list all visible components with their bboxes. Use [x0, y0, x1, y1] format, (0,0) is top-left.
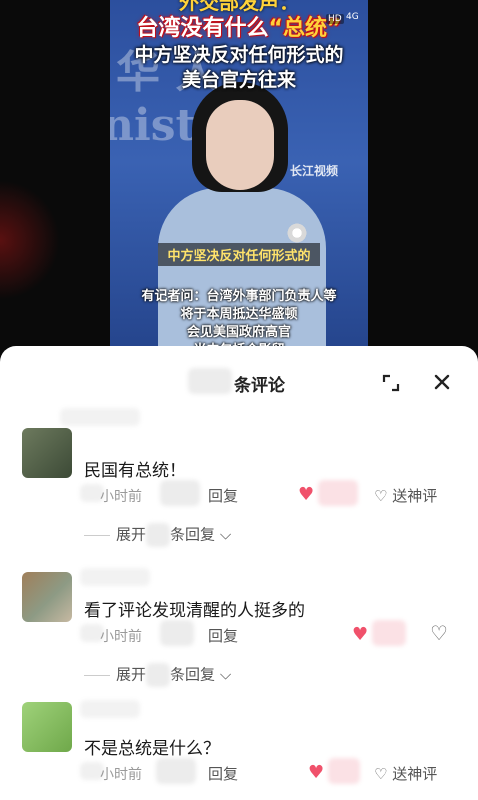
network-indicator: 4G — [346, 12, 359, 22]
brooch — [286, 222, 308, 244]
comment-text: 看了评论发现清醒的人挺多的 — [84, 601, 305, 621]
like-count-blurred — [372, 620, 406, 646]
comment-time: 小时前 — [100, 489, 142, 505]
like-count-blurred — [328, 758, 360, 784]
hd-badge: HD — [326, 14, 344, 24]
divider — [84, 674, 110, 676]
expand-replies-button[interactable]: 展开 条回复 ⌵ — [84, 663, 231, 687]
close-icon[interactable] — [430, 370, 454, 394]
speaker-face — [206, 100, 274, 190]
reply-button[interactable]: 回复 — [208, 485, 238, 506]
avatar[interactable] — [22, 428, 72, 478]
comment-text: 民国有总统！ — [84, 461, 186, 481]
comment-text: 不是总统是什么？ — [84, 739, 220, 759]
expand-label: 展开 — [116, 665, 147, 684]
chevron-down-icon: ⌵ — [219, 525, 232, 544]
comments-sheet: 条评论 民国有总统！ 小时前 回复 ♥ ♡ 送神评 展开 条回复 ⌵ 看了评论发现… — [0, 346, 478, 800]
divider — [84, 534, 110, 536]
avatar[interactable] — [22, 702, 72, 752]
username-blurred — [60, 408, 140, 426]
reply-count-blurred — [146, 663, 171, 687]
comment-item: 看了评论发现清醒的人挺多的 小时前 回复 ♥ ♡ 展开 条回复 ⌵ — [0, 558, 478, 698]
heart-icon[interactable]: ♥ — [298, 486, 314, 504]
location-blurred — [160, 480, 200, 506]
video-title-line4: 美台官方往来 — [181, 69, 296, 91]
video-frame: 华 人 nist Fo 长江视频 外交部发声： 台湾没有什么“总统” 中方坚决反… — [110, 0, 368, 360]
reply-button[interactable]: 回复 — [208, 763, 238, 784]
reply-count-blurred — [146, 523, 171, 547]
comments-title: 条评论 — [234, 376, 285, 396]
avatar[interactable] — [22, 572, 72, 622]
video-caption: 中方坚决反对任何形式的 — [158, 243, 320, 266]
heart-outline-icon: ♡ — [374, 487, 388, 505]
comment-count-blurred — [188, 368, 232, 394]
expand-replies-button[interactable]: 展开 条回复 ⌵ — [84, 523, 231, 547]
video-title-line3: 中方坚决反对任何形式的 — [134, 44, 344, 66]
heart-icon[interactable]: ♥ — [352, 626, 368, 644]
send-award-button[interactable]: ♡ 送神评 — [374, 485, 437, 506]
username-blurred — [80, 568, 150, 586]
username-blurred — [80, 700, 140, 718]
video-player[interactable]: 华 人 nist Fo 长江视频 外交部发声： 台湾没有什么“总统” 中方坚决反… — [0, 0, 478, 360]
expand-suffix: 条回复 — [170, 665, 216, 684]
reply-button[interactable]: 回复 — [208, 625, 238, 646]
location-blurred — [156, 758, 196, 784]
dislike-heart-icon[interactable]: ♡ — [430, 623, 448, 643]
send-award-label: 送神评 — [392, 487, 438, 505]
expand-suffix: 条回复 — [170, 525, 216, 544]
channel-watermark: 长江视频 — [290, 164, 339, 178]
send-award-label: 送神评 — [392, 765, 438, 783]
send-award-button[interactable]: ♡ 送神评 — [374, 763, 437, 784]
comment-time: 小时前 — [100, 767, 142, 783]
expand-label: 展开 — [116, 525, 147, 544]
comment-item: 民国有总统！ 小时前 回复 ♥ ♡ 送神评 展开 条回复 ⌵ — [0, 408, 478, 558]
comment-time: 小时前 — [100, 629, 142, 645]
location-blurred — [160, 620, 194, 646]
heart-icon[interactable]: ♥ — [308, 764, 324, 782]
background-glow — [0, 180, 60, 300]
lower-line: 会见美国政府高官 — [186, 325, 291, 340]
lower-line: 有记者问：台湾外事部门负责人等 — [141, 289, 337, 304]
expand-icon[interactable] — [380, 372, 402, 394]
lower-line: 将于本周抵达华盛顿 — [180, 307, 298, 322]
comment-item: 不是总统是什么？ 小时前 回复 ♥ ♡ 送神评 — [0, 698, 478, 800]
like-count-blurred — [318, 480, 358, 506]
heart-outline-icon: ♡ — [374, 765, 388, 783]
chevron-down-icon: ⌵ — [219, 665, 232, 684]
